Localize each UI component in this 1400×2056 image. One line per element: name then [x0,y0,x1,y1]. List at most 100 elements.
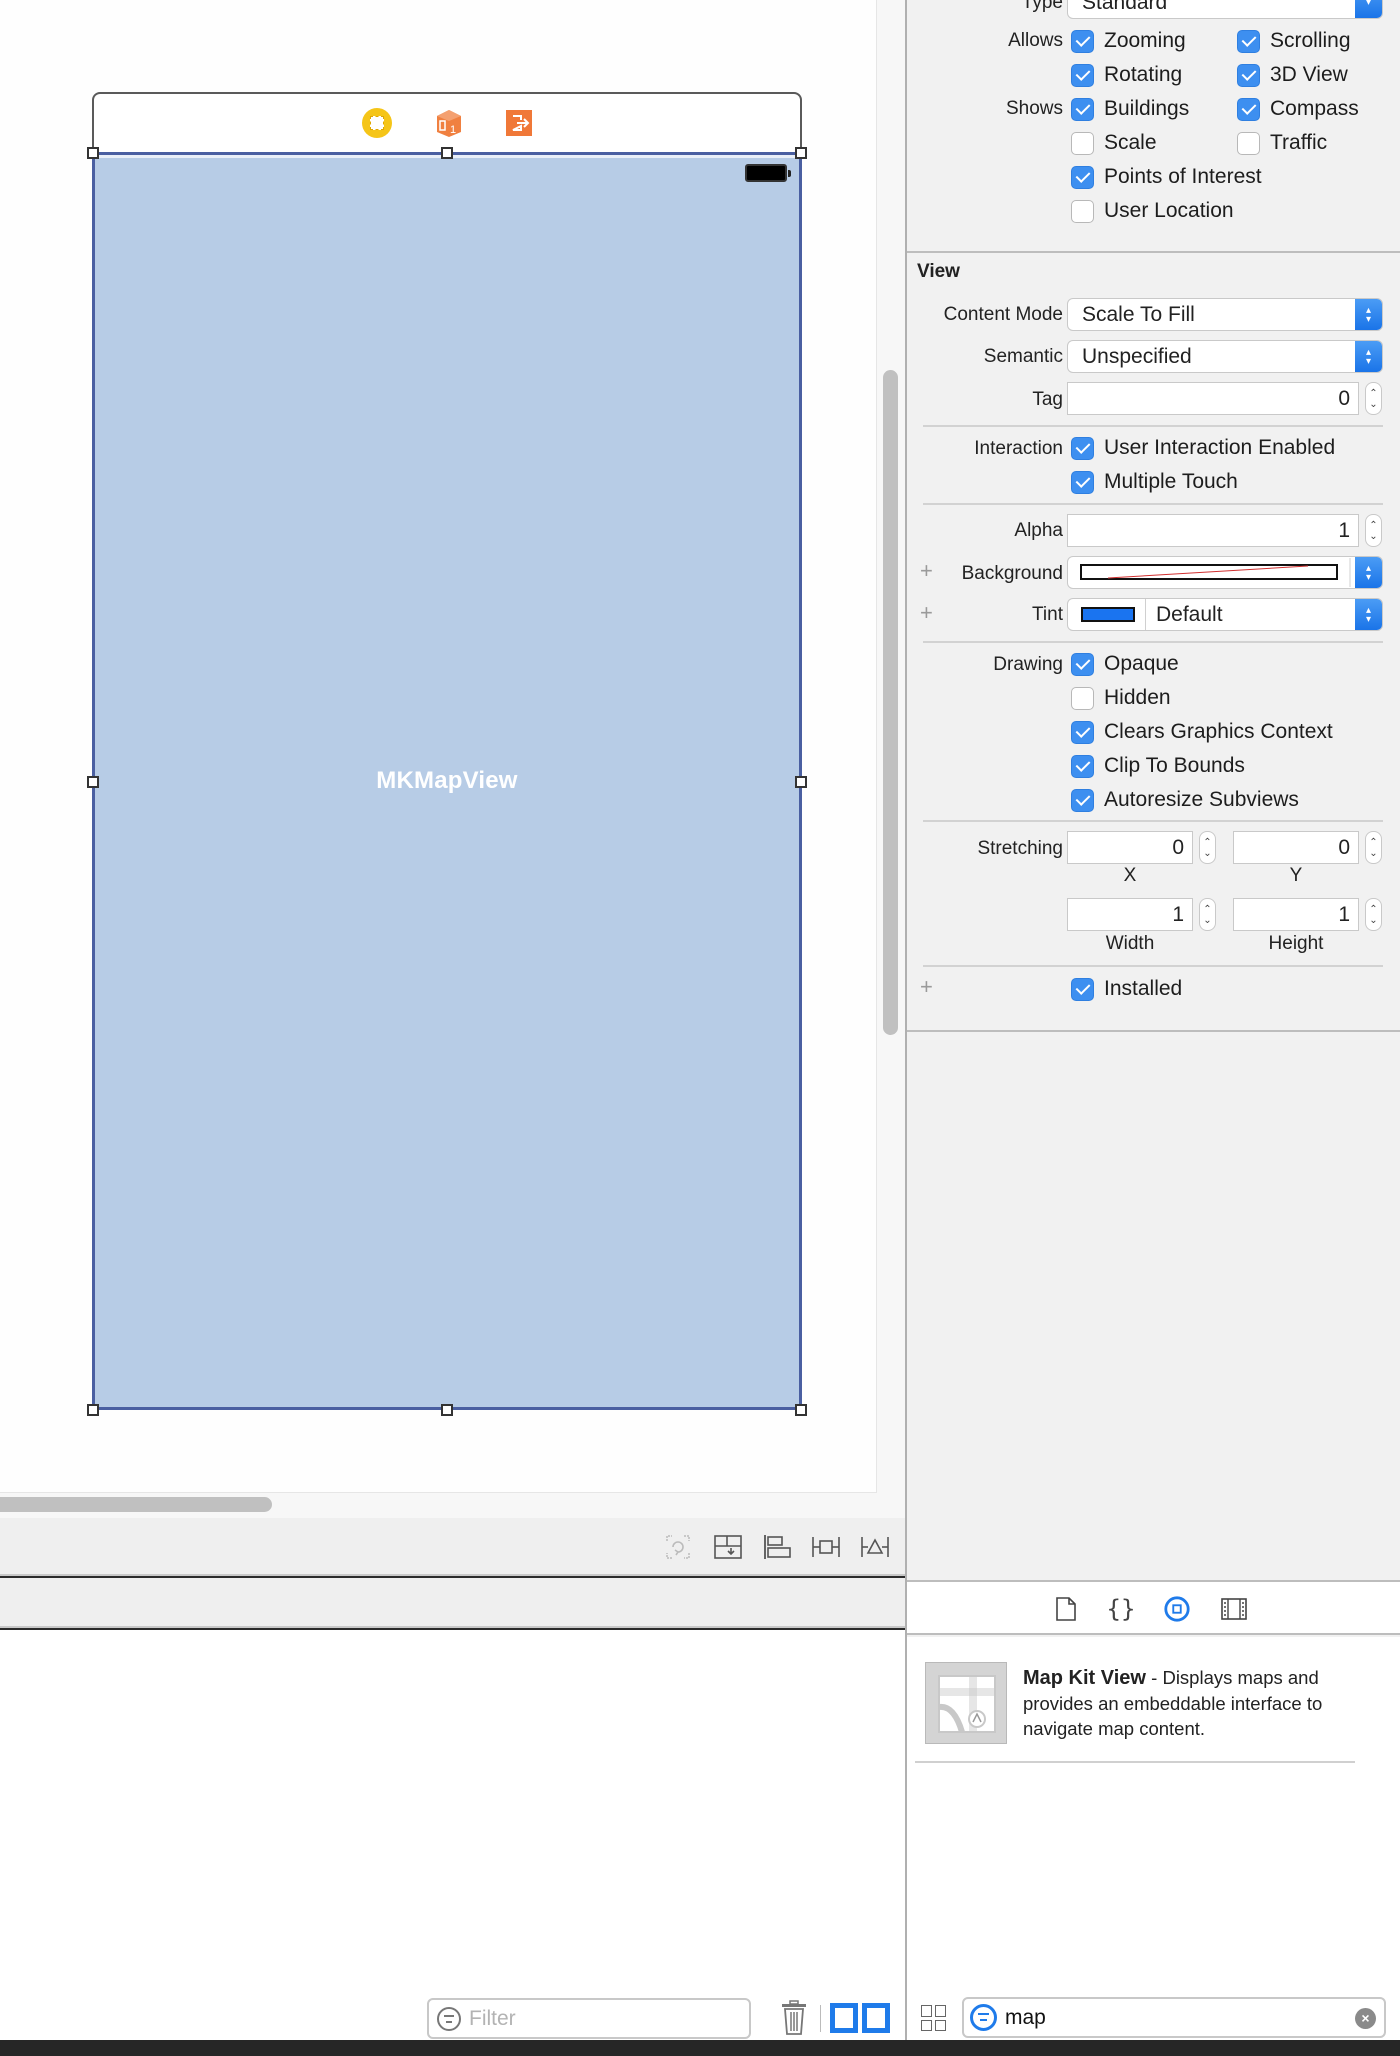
checkbox-hidden[interactable]: Hidden [1071,686,1171,710]
add-variation-icon[interactable]: + [920,974,933,1000]
resize-handle-bottom-left[interactable] [87,1404,99,1416]
first-responder-icon[interactable]: 1 [434,108,464,138]
scene-dock[interactable]: 1 [92,92,802,154]
window-bottom-edge [0,2040,1400,2056]
stretching-width-field[interactable]: 1 [1067,898,1193,931]
checkbox-label: Zooming [1104,29,1186,52]
resize-handle-bottom[interactable] [441,1404,453,1416]
object-library-tab[interactable] [1163,1595,1191,1623]
stretching-height-stepper[interactable]: ⌃ ⌄ [1365,898,1382,931]
tint-label: Tint [1032,604,1063,625]
tag-stepper[interactable]: ⌃ ⌄ [1365,382,1382,415]
checkbox-user-location[interactable]: User Location [1071,199,1234,223]
library-item-map-kit-view[interactable]: Map Kit View - Displays maps and provide… [915,1647,1355,1763]
stretching-y-stepper[interactable]: ⌃ ⌄ [1365,831,1382,864]
checkbox-label: Autoresize Subviews [1104,788,1299,811]
semantic-value: Unspecified [1082,344,1192,368]
content-mode-value: Scale To Fill [1082,302,1195,326]
inspector-panel: Type Standard ▾ Allows Zooming Scrolling… [905,0,1400,2040]
checkbox-clears-graphics-context[interactable]: Clears Graphics Context [1071,720,1333,744]
checkbox-buildings[interactable]: Buildings [1071,97,1189,121]
exit-icon[interactable] [504,108,534,138]
grid-view-icon[interactable] [921,2005,947,2031]
stretching-height-label: Height [1268,933,1324,954]
tint-color-swatch [1081,607,1135,622]
checkbox-scale[interactable]: Scale [1071,131,1157,155]
checkbox-icon [1071,652,1094,676]
checkbox-compass[interactable]: Compass [1237,97,1359,121]
align-icon[interactable] [762,1532,792,1562]
semantic-popup[interactable]: Unspecified ▴ ▾ [1067,340,1383,373]
stretching-y-field[interactable]: 0 [1233,831,1359,864]
library-search-field[interactable]: map × [962,1997,1386,2038]
view-controller-icon[interactable] [362,108,392,138]
background-color-popup[interactable]: ▴ ▾ [1067,556,1383,589]
checkbox-label: Opaque [1104,652,1179,675]
library-list: Map Kit View - Displays maps and provide… [907,1637,1400,1997]
resize-handle-top-left[interactable] [87,147,99,159]
stretching-width-stepper[interactable]: ⌃ ⌄ [1199,898,1216,931]
trash-icon[interactable] [780,2000,808,2036]
checkbox-3d-view[interactable]: 3D View [1237,63,1348,87]
map-type-popup[interactable]: Standard ▾ [1067,0,1383,19]
checkbox-clip-to-bounds[interactable]: Clip To Bounds [1071,754,1245,778]
checkbox-installed[interactable]: Installed [1071,977,1182,1001]
stretching-x-field[interactable]: 0 [1067,831,1193,864]
stretching-y-label: Y [1289,865,1303,886]
content-mode-label: Content Mode [943,304,1063,325]
map-view[interactable]: MKMapView [92,152,802,1410]
file-template-library-tab[interactable] [1052,1595,1080,1623]
show-console-toggle[interactable] [862,2003,890,2033]
checkbox-icon [1071,470,1094,494]
checkbox-zooming[interactable]: Zooming [1071,29,1186,53]
checkbox-icon [1071,199,1094,223]
media-library-tab[interactable] [1220,1595,1248,1623]
checkbox-icon [1071,165,1094,189]
horizontal-scrollbar[interactable] [0,1497,272,1512]
code-snippet-library-tab[interactable]: {} [1107,1595,1136,1623]
alpha-field[interactable]: 1 [1067,514,1359,547]
resize-handle-bottom-right[interactable] [795,1404,807,1416]
resize-handle-top[interactable] [441,147,453,159]
checkbox-rotating[interactable]: Rotating [1071,63,1182,87]
resolve-issues-icon[interactable] [860,1532,890,1562]
divider [923,425,1383,427]
checkbox-label: Scrolling [1270,29,1351,52]
checkbox-scrolling[interactable]: Scrolling [1237,29,1351,53]
stretching-height-field[interactable]: 1 [1233,898,1359,931]
embed-in-stack-icon[interactable] [713,1532,743,1562]
divider [923,641,1383,643]
type-label: Type [1021,0,1063,13]
resize-handle-left[interactable] [87,776,99,788]
tag-field[interactable]: 0 [1067,382,1359,415]
divider [923,503,1383,505]
background-label: Background [961,563,1063,584]
content-mode-popup[interactable]: Scale To Fill ▴ ▾ [1067,298,1383,331]
checkbox-user-interaction-enabled[interactable]: User Interaction Enabled [1071,436,1335,460]
debug-console-area[interactable] [0,1630,905,2040]
resize-handle-top-right[interactable] [795,147,807,159]
checkbox-autoresize-subviews[interactable]: Autoresize Subviews [1071,788,1299,812]
tint-color-popup[interactable]: Default ▴ ▾ [1067,598,1383,631]
update-frames-icon[interactable] [663,1532,693,1562]
checkbox-icon [1237,97,1260,121]
checkbox-opaque[interactable]: Opaque [1071,652,1179,676]
alpha-label: Alpha [1014,520,1063,541]
film-strip-icon [1221,1598,1247,1620]
checkbox-label: Installed [1104,977,1183,1000]
clear-search-icon[interactable]: × [1355,2008,1376,2029]
show-variables-view-toggle[interactable] [830,2003,858,2033]
alpha-stepper[interactable]: ⌃ ⌄ [1365,514,1382,547]
storyboard-canvas[interactable]: 1 MKMapView [0,0,877,1493]
checkbox-points-of-interest[interactable]: Points of Interest [1071,165,1262,189]
add-variation-icon[interactable]: + [920,600,933,626]
add-constraints-icon[interactable] [811,1532,841,1562]
checkbox-traffic[interactable]: Traffic [1237,131,1327,155]
checkbox-multiple-touch[interactable]: Multiple Touch [1071,470,1238,494]
console-filter-field[interactable]: Filter [427,1998,751,2039]
vertical-scrollbar[interactable] [883,370,898,1035]
stretching-x-stepper[interactable]: ⌃ ⌄ [1199,831,1216,864]
add-variation-icon[interactable]: + [920,558,933,584]
resize-handle-right[interactable] [795,776,807,788]
checkbox-icon [1071,720,1094,744]
